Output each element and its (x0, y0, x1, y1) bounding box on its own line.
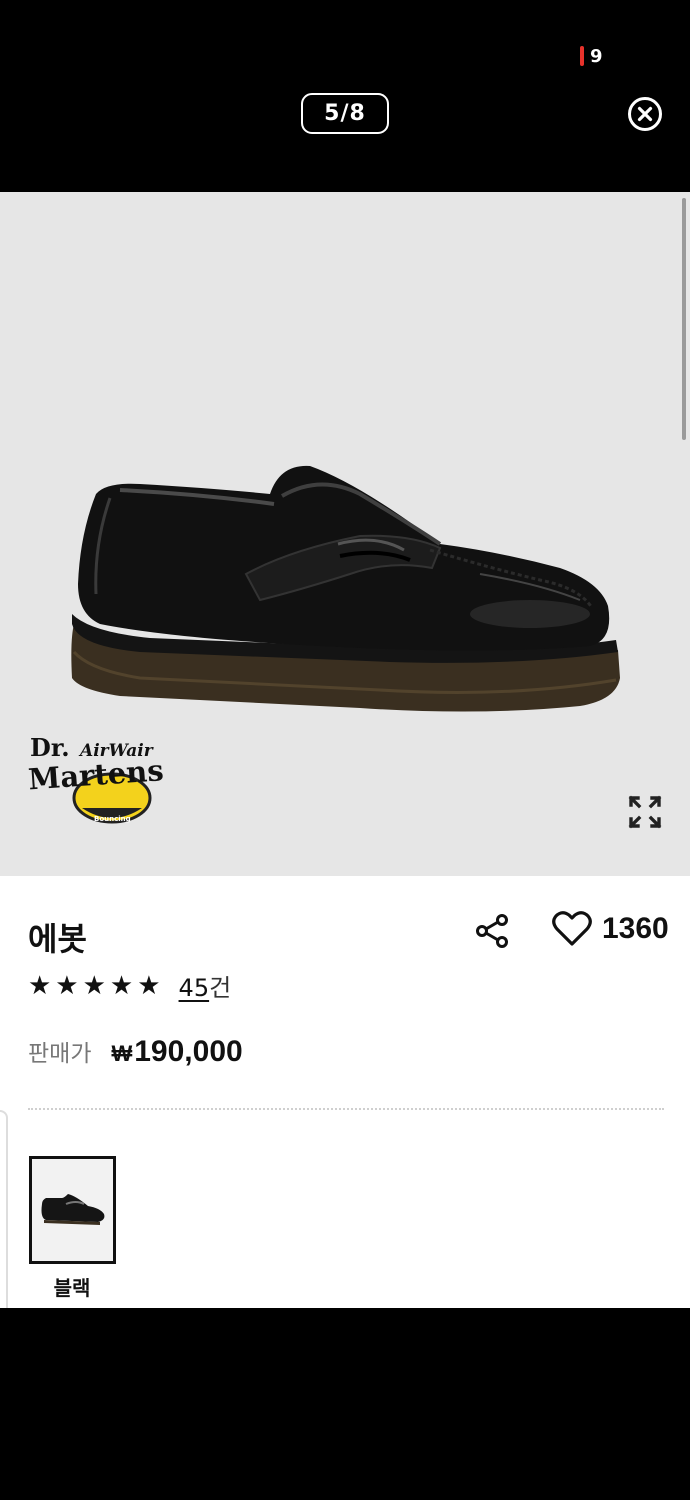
gallery-header: 9 5/8 (0, 0, 690, 192)
price-amount: 190,000 (134, 1035, 243, 1068)
image-scrollbar[interactable] (682, 198, 686, 440)
loafer-thumbnail-image (41, 1194, 104, 1225)
currency-symbol: ₩ (111, 1041, 133, 1066)
expand-icon (628, 795, 662, 829)
star-rating: ★★★★★ (28, 970, 165, 1001)
price-row: 판매가 ₩190,000 (28, 1034, 243, 1069)
image-pager: 5/8 (301, 93, 389, 134)
color-option-black[interactable] (29, 1156, 116, 1264)
notification-badge: 9 (580, 44, 603, 68)
loafer-shoe-image (71, 465, 621, 712)
heart-icon (552, 911, 592, 946)
share-button[interactable] (474, 912, 512, 950)
color-option-label: 블랙 (53, 1276, 91, 1300)
bottom-bar (0, 1308, 690, 1500)
expand-button[interactable] (627, 794, 663, 830)
notification-mark-icon (580, 46, 584, 66)
like-button[interactable]: 1360 (552, 910, 669, 948)
dr-martens-logo: Dr. AirWair Martens Bouncing (28, 733, 165, 824)
close-circle-icon (628, 97, 662, 131)
review-count-link[interactable]: 45건 (179, 968, 232, 1003)
price-value: ₩190,000 (111, 1035, 242, 1069)
price-label: 판매가 (28, 1041, 92, 1067)
rating-row: ★★★★★ 45건 (28, 968, 231, 1003)
product-info: 에봇 1360 ★★★★★ 45건 판매가 ₩190,000 블랙 (0, 876, 690, 1308)
section-divider (28, 1108, 664, 1110)
svg-text:Dr.: Dr. (30, 733, 70, 762)
close-button[interactable] (627, 96, 663, 132)
review-count-suffix: 건 (209, 974, 232, 1002)
share-icon (476, 914, 508, 948)
side-panel-edge (0, 1110, 8, 1308)
like-count: 1360 (602, 912, 669, 945)
product-title: 에봇 (28, 920, 87, 958)
review-count: 45 (178, 974, 210, 1002)
svg-text:Bouncing: Bouncing (94, 815, 131, 823)
product-image[interactable]: Dr. AirWair Martens Bouncing (0, 192, 690, 876)
notification-count: 9 (590, 45, 603, 67)
